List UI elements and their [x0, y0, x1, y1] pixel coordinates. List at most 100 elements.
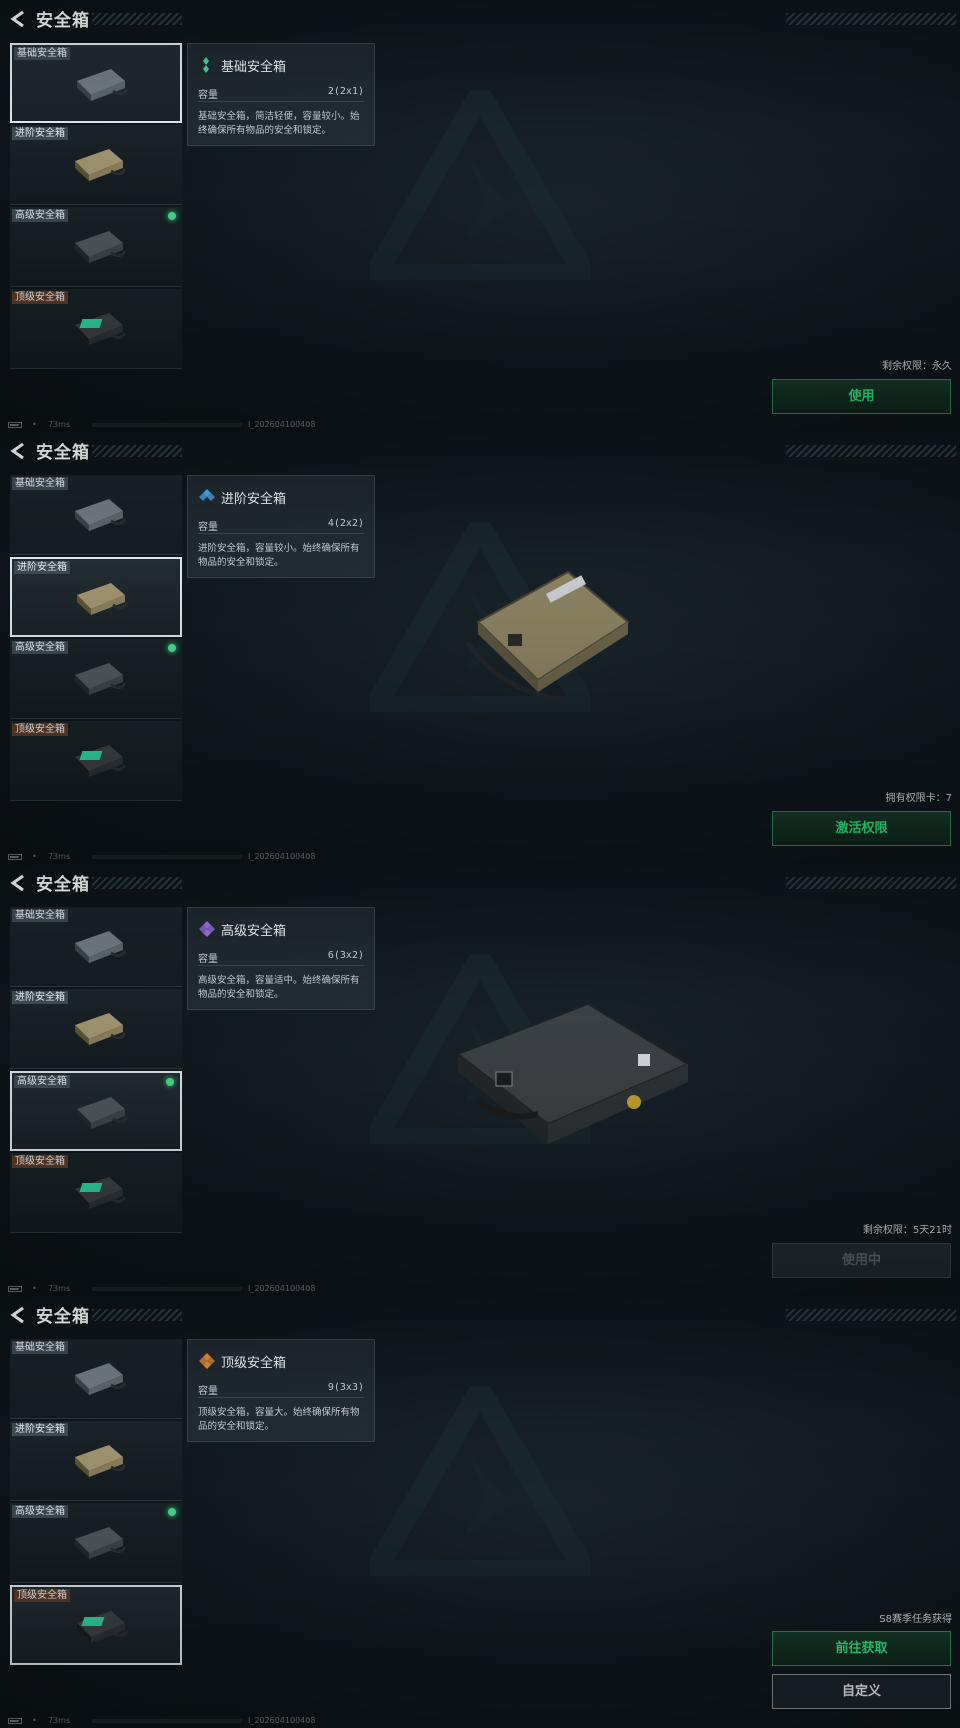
safebox-slot[interactable]: 高级安全箱: [10, 207, 182, 287]
status-text: 剩余权限：5天21时: [862, 1225, 952, 1236]
slot-label: 顶级安全箱: [12, 723, 68, 736]
page-title: 安全箱: [36, 11, 90, 31]
info-card: 顶级安全箱 容量 9(3x3) 顶级安全箱，容量大。始终确保所有物品的安全和锁定。: [187, 1339, 375, 1442]
info-title: 基础安全箱: [221, 60, 287, 75]
safebox-slot[interactable]: 顶级安全箱: [10, 1585, 182, 1665]
header-hatch-right: [786, 1309, 956, 1321]
capacity-label: 容量: [198, 1386, 218, 1397]
capacity-value: 6(3x2): [327, 950, 364, 961]
status-text: S8赛季任务获得: [879, 1614, 952, 1625]
ping-text: 73ms: [48, 420, 71, 429]
ping-text: 73ms: [48, 1716, 71, 1725]
safebox-slot[interactable]: 顶级安全箱: [10, 1153, 182, 1233]
action-button: 使用中: [772, 1243, 951, 1278]
rarity-icon: [198, 920, 215, 938]
slot-label: 顶级安全箱: [14, 1589, 70, 1602]
slot-label: 进阶安全箱: [12, 127, 68, 140]
header-hatch-right: [786, 13, 956, 25]
safebox-thumbnail: [67, 575, 131, 625]
footer-bar: [92, 855, 242, 859]
back-icon[interactable]: [8, 440, 30, 462]
slot-label: 高级安全箱: [12, 1505, 68, 1518]
capacity-value: 2(2x1): [327, 86, 364, 97]
slot-label: 基础安全箱: [12, 477, 68, 490]
wifi-icon: •: [32, 1716, 37, 1725]
safebox-slot[interactable]: 进阶安全箱: [10, 1421, 182, 1501]
header-hatch-left: [92, 445, 182, 457]
safebox-slot[interactable]: 进阶安全箱: [10, 125, 182, 205]
action-button[interactable]: 激活权限: [772, 811, 951, 846]
action-button[interactable]: 使用: [772, 379, 951, 414]
active-indicator-dot: [168, 1508, 176, 1516]
build-id: I_202604100408: [248, 420, 316, 429]
back-icon[interactable]: [8, 1304, 30, 1326]
slot-label: 进阶安全箱: [14, 561, 70, 574]
safebox-thumbnail: [65, 1169, 129, 1219]
slot-label: 高级安全箱: [12, 209, 68, 222]
safebox-panel: 安全箱 基础安全箱 进阶安全箱 高级安全箱 顶级安全箱 高级安全箱 容量 6(3x2) 高级安全…: [0, 864, 960, 1296]
ping-text: 73ms: [48, 1284, 71, 1293]
safebox-thumbnail: [65, 223, 129, 273]
safebox-slot[interactable]: 高级安全箱: [10, 1503, 182, 1583]
rarity-icon: [198, 56, 214, 74]
rarity-icon: [198, 1352, 215, 1370]
info-title: 高级安全箱: [221, 924, 287, 939]
safebox-slot[interactable]: 高级安全箱: [10, 639, 182, 719]
safebox-slot[interactable]: 基础安全箱: [10, 907, 182, 987]
battery-icon: [8, 1718, 22, 1724]
battery-icon: [8, 422, 22, 428]
status-text: 拥有权限卡：7: [885, 793, 952, 804]
info-title: 顶级安全箱: [221, 1356, 287, 1371]
capacity-value: 4(2x2): [327, 518, 364, 529]
safebox-slot[interactable]: 基础安全箱: [10, 1339, 182, 1419]
back-icon[interactable]: [8, 8, 30, 30]
back-icon[interactable]: [8, 872, 30, 894]
slot-label: 顶级安全箱: [12, 1155, 68, 1168]
wifi-icon: •: [32, 420, 37, 429]
safebox-panel: 安全箱 基础安全箱 进阶安全箱 高级安全箱 顶级安全箱 进阶安全箱 容量 4(2x2) 进阶安全…: [0, 432, 960, 864]
action-button[interactable]: 前往获取: [772, 1631, 951, 1666]
page-title: 安全箱: [36, 443, 90, 463]
slot-label: 基础安全箱: [12, 1341, 68, 1354]
safebox-thumbnail: [65, 1005, 129, 1055]
safebox-slot[interactable]: 基础安全箱: [10, 475, 182, 555]
info-description: 基础安全箱，简洁轻便，容量较小。始终确保所有物品的安全和锁定。: [198, 111, 360, 136]
safebox-slot[interactable]: 基础安全箱: [10, 43, 182, 123]
header-hatch-left: [92, 1309, 182, 1321]
slot-label: 进阶安全箱: [12, 991, 68, 1004]
safebox-slot[interactable]: 顶级安全箱: [10, 721, 182, 801]
battery-icon: [8, 1286, 22, 1292]
footer-bar: [92, 1287, 242, 1291]
safebox-slot[interactable]: 进阶安全箱: [10, 557, 182, 637]
rarity-icon: [198, 488, 215, 506]
safebox-thumbnail: [67, 1603, 131, 1653]
capacity-row: 容量 9(3x3): [198, 1382, 364, 1398]
safebox-thumbnail: [65, 305, 129, 355]
capacity-row: 容量 4(2x2): [198, 518, 364, 534]
slot-label: 顶级安全箱: [12, 291, 68, 304]
slot-label: 高级安全箱: [14, 1075, 70, 1088]
safebox-slot[interactable]: 进阶安全箱: [10, 989, 182, 1069]
safebox-thumbnail: [65, 1519, 129, 1569]
capacity-row: 容量 6(3x2): [198, 950, 364, 966]
safebox-model: [438, 984, 698, 1168]
status-text: 剩余权限：永久: [882, 361, 952, 372]
footer-bar: [92, 423, 242, 427]
active-indicator-dot: [168, 644, 176, 652]
capacity-label: 容量: [198, 522, 218, 533]
safebox-slot[interactable]: 顶级安全箱: [10, 289, 182, 369]
active-indicator-dot: [166, 1078, 174, 1086]
wifi-icon: •: [32, 852, 37, 861]
safebox-slot[interactable]: 高级安全箱: [10, 1071, 182, 1151]
battery-icon: [8, 854, 22, 860]
info-card: 高级安全箱容量 6(3x2) 高级安全箱，容量适中。始终确保所有物品的安全和锁定。: [187, 907, 375, 1010]
header-hatch-right: [786, 445, 956, 457]
safebox-model: [458, 562, 638, 716]
capacity-label: 容量: [198, 954, 218, 965]
info-description: 高级安全箱，容量适中。始终确保所有物品的安全和锁定。: [198, 975, 360, 1000]
slot-label: 高级安全箱: [12, 641, 68, 654]
safebox-thumbnail: [65, 655, 129, 705]
action-button[interactable]: 自定义: [772, 1674, 951, 1709]
background-logo: [355, 1369, 605, 1582]
capacity-value: 9(3x3): [327, 1382, 364, 1393]
